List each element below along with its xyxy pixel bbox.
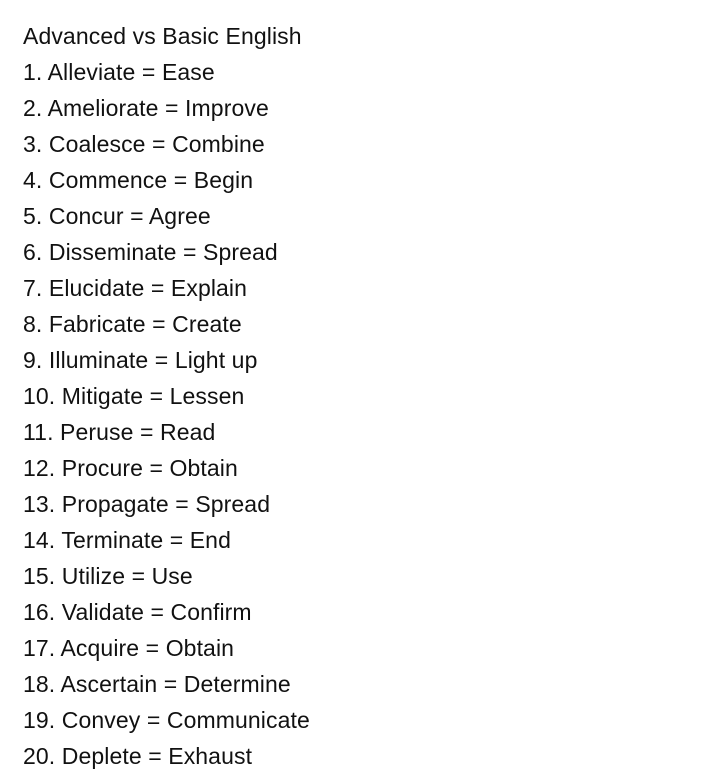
list-item: 14. Terminate = End	[23, 527, 231, 553]
list-item: 16. Validate = Confirm	[23, 599, 252, 625]
list-item: 8. Fabricate = Create	[23, 311, 242, 337]
list-item: 15. Utilize = Use	[23, 563, 193, 589]
list-item: 5. Concur = Agree	[23, 203, 211, 229]
list-item: 18. Ascertain = Determine	[23, 671, 291, 697]
document-body: Advanced vs Basic English 1. Alleviate =…	[23, 18, 703, 774]
list-item: 10. Mitigate = Lessen	[23, 383, 245, 409]
list-item: 19. Convey = Communicate	[23, 707, 310, 733]
list-item: 13. Propagate = Spread	[23, 491, 271, 517]
document-title: Advanced vs Basic English	[23, 23, 302, 49]
list-item: 12. Procure = Obtain	[23, 455, 238, 481]
list-item: 9. Illuminate = Light up	[23, 347, 258, 373]
list-item: 4. Commence = Begin	[23, 167, 254, 193]
list-item: 1. Alleviate = Ease	[23, 59, 215, 85]
list-item: 3. Coalesce = Combine	[23, 131, 265, 157]
list-item: 6. Disseminate = Spread	[23, 239, 278, 265]
word-list: 1. Alleviate = Ease 2. Ameliorate = Impr…	[23, 54, 703, 774]
list-item: 17. Acquire = Obtain	[23, 635, 235, 661]
list-item: 20. Deplete = Exhaust	[23, 743, 253, 769]
list-item: 2. Ameliorate = Improve	[23, 95, 269, 121]
list-item: 7. Elucidate = Explain	[23, 275, 248, 301]
list-item: 11. Peruse = Read	[23, 419, 216, 445]
